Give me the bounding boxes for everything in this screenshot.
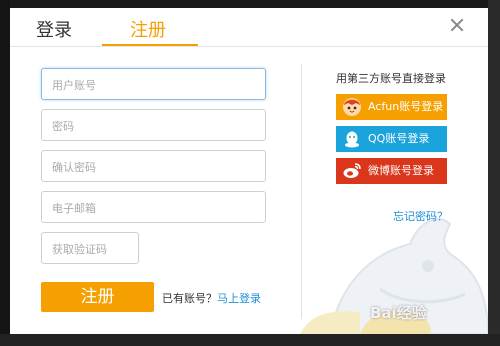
third-party-title: 用第三方账号直接登录 — [336, 72, 446, 85]
email-placeholder: 电子邮箱 — [52, 202, 96, 215]
backdrop-right — [488, 0, 500, 346]
password-input[interactable]: 密码 — [41, 109, 266, 141]
close-icon[interactable] — [446, 14, 468, 36]
forgot-password-link[interactable]: 忘记密码？ — [393, 208, 448, 224]
weibo-icon — [343, 163, 361, 178]
register-button[interactable]: 注册 — [41, 282, 154, 312]
qq-penguin-icon — [345, 131, 359, 148]
acfun-icon — [343, 98, 361, 116]
login-now-link[interactable]: 马上登录 — [217, 292, 261, 305]
qq-login-button[interactable]: QQ账号登录 — [336, 126, 447, 152]
have-account-prompt: 已有账号？马上登录 — [162, 290, 261, 306]
username-input[interactable]: 用户账号 — [41, 68, 266, 100]
backdrop-bottom — [0, 334, 500, 346]
verification-code-placeholder: 获取验证码 — [52, 243, 107, 256]
confirm-password-placeholder: 确认密码 — [52, 161, 96, 174]
have-account-text: 已有账号？ — [162, 292, 217, 305]
verification-code-input[interactable]: 获取验证码 — [41, 232, 139, 264]
watermark: Bai经验 — [370, 304, 427, 322]
active-tab-indicator — [102, 44, 198, 46]
acfun-login-button[interactable]: Acfun账号登录 — [336, 94, 447, 120]
tab-bar: 登录 注册 — [10, 8, 488, 47]
email-input[interactable]: 电子邮箱 — [41, 191, 266, 223]
qq-login-label: QQ账号登录 — [368, 132, 430, 145]
acfun-login-label: Acfun账号登录 — [368, 100, 444, 113]
tab-login[interactable]: 登录 — [36, 16, 72, 42]
weibo-login-label: 微博账号登录 — [368, 164, 434, 177]
weibo-login-button[interactable]: 微博账号登录 — [336, 158, 447, 184]
password-placeholder: 密码 — [52, 120, 74, 133]
tab-register[interactable]: 注册 — [130, 16, 166, 42]
backdrop-left — [0, 0, 10, 346]
register-dialog: 登录 注册 用户账号 密码 确认密码 电子邮箱 获取验证码 注册 已有账号？马上… — [10, 8, 488, 334]
username-placeholder: 用户账号 — [52, 79, 96, 92]
confirm-password-input[interactable]: 确认密码 — [41, 150, 266, 182]
